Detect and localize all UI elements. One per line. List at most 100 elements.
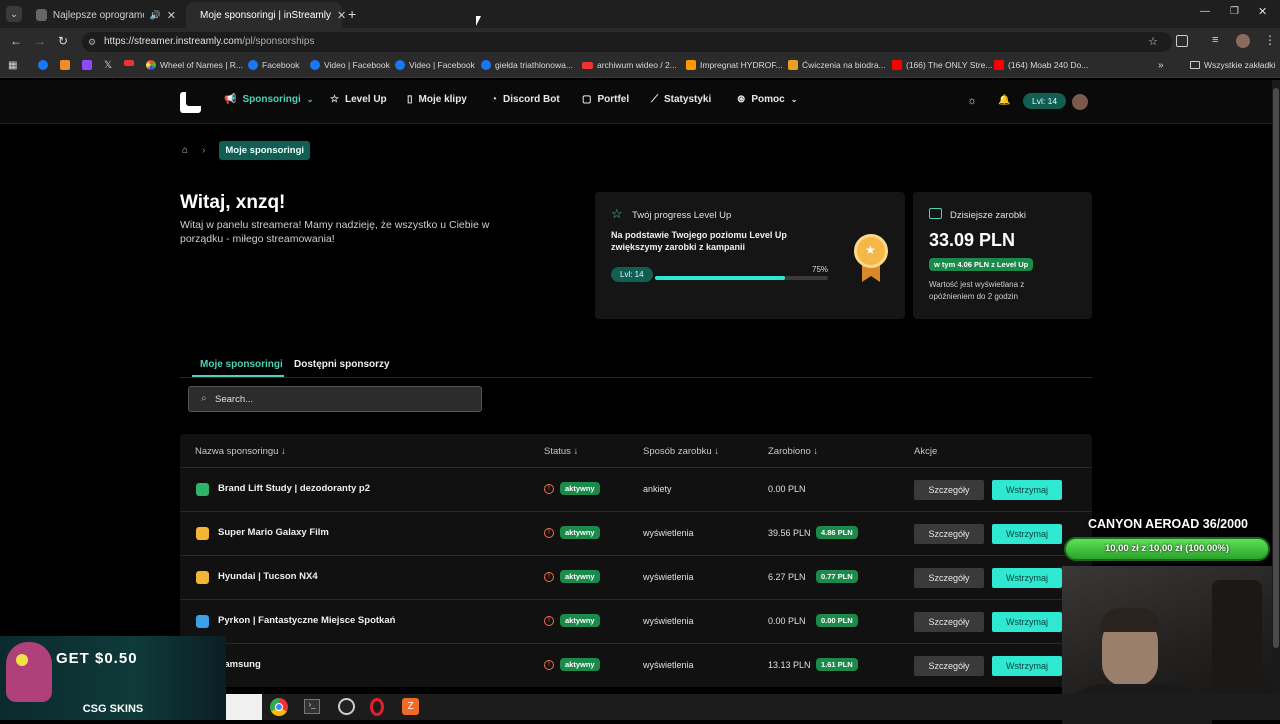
table-row: Brand Lift Study | dezodoranty p2 ! akty… bbox=[180, 467, 1092, 511]
bookmarks-bar: ▦ 𝕏 Wheel of Names | R... Facebook Video… bbox=[0, 56, 1280, 78]
nav-pomoc[interactable]: ⊛ Pomoc ⌄ bbox=[737, 94, 797, 105]
details-button[interactable]: Szczegóły bbox=[914, 480, 984, 500]
terminal-taskbar-icon[interactable]: ›_ bbox=[304, 699, 320, 714]
nav-statystyki[interactable]: ⟋ Statystyki bbox=[651, 94, 711, 105]
bookmark-label: archiwum wideo / 2... bbox=[597, 60, 677, 70]
close-tab-icon[interactable]: ✕ bbox=[337, 9, 346, 22]
bookmark-youtube-1[interactable]: (166) The ONLY Stre... bbox=[892, 60, 992, 70]
browser-tab-2[interactable]: Moje sponsoringi | inStreamly ✕ bbox=[186, 2, 346, 28]
info-alert-icon[interactable]: ! bbox=[544, 484, 554, 494]
tab-search-button[interactable]: ⌄ bbox=[6, 6, 22, 22]
back-icon[interactable]: ← bbox=[10, 34, 22, 48]
browser-tab-1[interactable]: Najlepsze oprogramowanie 🔊 ✕ bbox=[28, 2, 184, 28]
url-field[interactable]: ⚙ https://streamer.instreamly.com/pl/spo… bbox=[82, 32, 1172, 52]
obs-taskbar-icon[interactable] bbox=[338, 698, 355, 715]
reload-icon[interactable]: ↻ bbox=[58, 34, 68, 48]
bookmark-label: Wheel of Names | R... bbox=[160, 60, 243, 70]
user-avatar[interactable] bbox=[1072, 94, 1088, 110]
details-button[interactable]: Szczegóły bbox=[914, 568, 984, 588]
status-badge: aktywny bbox=[560, 658, 600, 671]
extensions-icon[interactable] bbox=[1176, 35, 1188, 47]
pause-button[interactable]: Wstrzymaj bbox=[992, 524, 1062, 544]
nav-discord-bot[interactable]: ◔ Discord Bot bbox=[491, 94, 560, 105]
scrollbar-thumb[interactable] bbox=[1273, 88, 1279, 648]
nav-moje-klipy[interactable]: ▯ Moje klipy bbox=[407, 94, 467, 105]
bookmark-video-facebook-2[interactable]: Video | Facebook bbox=[395, 60, 475, 70]
bookmark-star-icon[interactable]: ☆ bbox=[1148, 32, 1158, 52]
bookmark-facebook-icon[interactable] bbox=[38, 60, 48, 70]
bookmark-red-icon[interactable] bbox=[124, 60, 134, 66]
chrome-taskbar-icon[interactable] bbox=[270, 698, 288, 716]
page-scrollbar[interactable] bbox=[1272, 80, 1280, 694]
bookmark-twitch-icon[interactable] bbox=[82, 60, 92, 70]
bookmark-facebook[interactable]: Facebook bbox=[248, 60, 299, 70]
info-alert-icon[interactable]: ! bbox=[544, 528, 554, 538]
col-header-way[interactable]: Sposób zarobku ↓ bbox=[643, 446, 719, 457]
taskbar-window-white[interactable] bbox=[226, 694, 262, 720]
instreamly-logo[interactable] bbox=[180, 92, 201, 113]
speaker-icon[interactable]: 🔊 bbox=[150, 10, 161, 21]
sponsorship-name[interactable]: Pyrkon | Fantastyczne Miejsce Spotkań bbox=[218, 615, 395, 626]
sponsorship-name[interactable]: Hyundai | Tucson NX4 bbox=[218, 571, 318, 582]
bookmark-gielda[interactable]: giełda triathlonowa... bbox=[481, 60, 573, 70]
nav-sponsoringi[interactable]: 📢 Sponsoringi ⌄ bbox=[224, 94, 314, 105]
opera-taskbar-icon[interactable] bbox=[370, 698, 384, 716]
pause-button[interactable]: Wstrzymaj bbox=[992, 568, 1062, 588]
url-path: /pl/sponsorships bbox=[242, 36, 315, 47]
pause-button[interactable]: Wstrzymaj bbox=[992, 612, 1062, 632]
level-pill[interactable]: Lvl: 14 bbox=[1023, 93, 1067, 109]
search-field[interactable]: ⌕ Search... bbox=[188, 386, 482, 412]
home-icon[interactable]: ⌂ bbox=[182, 145, 188, 156]
close-tab-icon[interactable]: ✕ bbox=[167, 9, 176, 22]
close-window-icon[interactable]: ✕ bbox=[1258, 5, 1267, 18]
site-info-icon[interactable]: ⚙ bbox=[88, 32, 96, 52]
promo-get-text: GET $0.50 bbox=[56, 650, 138, 667]
bookmark-cwiczenia[interactable]: Ćwiczenia na biodra... bbox=[788, 60, 886, 70]
nav-label: Discord Bot bbox=[503, 94, 560, 105]
tab-dostepni-sponsorzy[interactable]: Dostępni sponsorzy bbox=[294, 359, 390, 370]
app-taskbar-icon[interactable]: Z bbox=[402, 698, 419, 715]
pause-button[interactable]: Wstrzymaj bbox=[992, 480, 1062, 500]
maximize-icon[interactable]: ❐ bbox=[1230, 6, 1239, 17]
sponsorship-icon bbox=[196, 615, 209, 628]
pause-button[interactable]: Wstrzymaj bbox=[992, 656, 1062, 676]
minimize-icon[interactable]: — bbox=[1200, 6, 1210, 17]
nav-level-up[interactable]: ☆ Level Up bbox=[330, 94, 387, 105]
bookmark-label: (164) Moab 240 Do... bbox=[1008, 60, 1089, 70]
bookmark-youtube-2[interactable]: (164) Moab 240 Do... bbox=[994, 60, 1088, 70]
details-button[interactable]: Szczegóły bbox=[914, 524, 984, 544]
all-bookmarks[interactable]: Wszystkie zakładki bbox=[1190, 60, 1275, 70]
sponsorship-name[interactable]: Super Mario Galaxy Film bbox=[218, 527, 329, 538]
bookmark-label: (166) The ONLY Stre... bbox=[906, 60, 993, 70]
tab-moje-sponsoringi[interactable]: Moje sponsoringi bbox=[200, 359, 283, 370]
browser-menu-icon[interactable]: ⋮ bbox=[1264, 33, 1276, 47]
details-button[interactable]: Szczegóły bbox=[914, 612, 984, 632]
bookmark-wheel-of-names[interactable]: Wheel of Names | R... bbox=[146, 60, 243, 70]
notifications-bell-icon[interactable]: 🔔 bbox=[998, 95, 1010, 106]
col-header-earned[interactable]: Zarobiono ↓ bbox=[768, 446, 818, 457]
nav-portfel[interactable]: ▢ Portfel bbox=[582, 94, 629, 105]
bookmark-archiwum[interactable]: archiwum wideo / 2... bbox=[582, 60, 677, 70]
media-control-icon[interactable]: ≡ bbox=[1212, 34, 1218, 46]
wallet-icon bbox=[929, 208, 942, 219]
bookmark-impregnat[interactable]: Impregnat HYDROF... bbox=[686, 60, 783, 70]
sponsorship-name[interactable]: Brand Lift Study | dezodoranty p2 bbox=[218, 483, 370, 494]
earned-amount: 0.00 PLN bbox=[768, 484, 806, 494]
forward-icon[interactable]: → bbox=[34, 34, 46, 48]
details-button[interactable]: Szczegóły bbox=[914, 656, 984, 676]
bookmark-video-facebook-1[interactable]: Video | Facebook bbox=[310, 60, 390, 70]
info-alert-icon[interactable]: ! bbox=[544, 660, 554, 670]
theme-toggle-icon[interactable]: ☼ bbox=[967, 95, 977, 107]
info-alert-icon[interactable]: ! bbox=[544, 572, 554, 582]
bookmark-orange-icon[interactable] bbox=[60, 60, 70, 70]
tab-title: Moje sponsoringi | inStreamly bbox=[200, 9, 331, 21]
profile-avatar[interactable] bbox=[1236, 34, 1250, 48]
new-tab-icon[interactable]: + bbox=[348, 6, 356, 22]
info-alert-icon[interactable]: ! bbox=[544, 616, 554, 626]
col-header-name[interactable]: Nazwa sponsoringu ↓ bbox=[195, 446, 286, 457]
apps-grid-icon[interactable]: ▦ bbox=[8, 60, 17, 71]
bookmark-x-icon[interactable]: 𝕏 bbox=[104, 60, 112, 71]
nav-label: Moje klipy bbox=[418, 94, 467, 105]
col-header-status[interactable]: Status ↓ bbox=[544, 446, 578, 457]
bookmarks-overflow-icon[interactable]: » bbox=[1158, 60, 1164, 71]
